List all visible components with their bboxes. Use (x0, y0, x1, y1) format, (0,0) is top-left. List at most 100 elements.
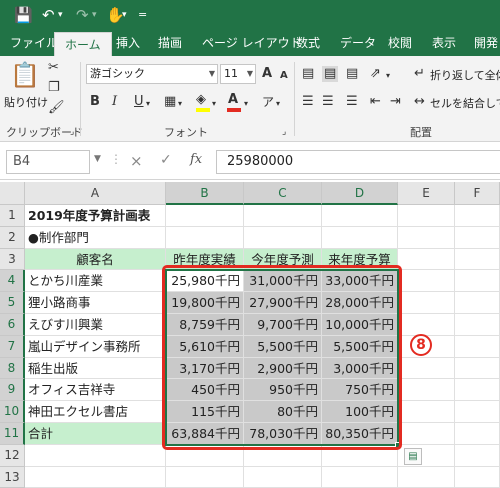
chevron-down-icon[interactable]: ▾ (276, 96, 280, 112)
customer-name-cell[interactable]: 神田エクセル書店 (25, 401, 166, 423)
fill-handle[interactable] (395, 441, 401, 448)
cell[interactable] (25, 466, 166, 488)
column-title-cell[interactable]: 顧客名 (25, 248, 166, 271)
cell[interactable] (322, 226, 398, 249)
cell[interactable] (398, 423, 455, 445)
fill-color-icon[interactable]: ◈ (196, 92, 206, 108)
amount-cell[interactable]: 3,170千円 (166, 357, 244, 380)
amount-cell[interactable]: 3,000千円 (322, 357, 398, 380)
undo-icon[interactable]: ↶ (42, 5, 55, 25)
row-header-12[interactable]: 12 (0, 444, 25, 467)
decrease-indent-icon[interactable]: ⇤ (370, 94, 381, 110)
total-amount-cell[interactable]: 78,030千円 (244, 423, 322, 445)
worksheet-grid[interactable]: A B C D E F 1 2 3 4 5 6 7 8 9 10 11 12 13 2019年度予算計画表 ●制作部門顧… (0, 182, 500, 488)
increase-indent-icon[interactable]: ⇥ (390, 94, 401, 110)
total-label-cell[interactable]: 合計 (25, 423, 166, 445)
tab-review[interactable]: 校閲 (388, 30, 412, 56)
amount-cell[interactable]: 100千円 (322, 401, 398, 423)
cell[interactable] (244, 444, 322, 467)
amount-cell[interactable]: 5,500千円 (322, 335, 398, 358)
align-right-icon[interactable]: ☰ (346, 94, 358, 110)
tab-file[interactable]: ファイル (10, 30, 58, 56)
cell[interactable] (455, 205, 500, 227)
column-title-cell[interactable]: 今年度予測 (244, 248, 322, 271)
cell[interactable] (398, 226, 455, 249)
insert-function-icon[interactable]: fx (190, 152, 202, 167)
chevron-down-icon[interactable]: ▼ (94, 154, 101, 164)
align-top-icon[interactable]: ▤ (302, 66, 314, 82)
amount-cell[interactable]: 5,610千円 (166, 335, 244, 358)
chevron-down-icon[interactable]: ▾ (178, 96, 182, 112)
amount-cell[interactable]: 2,900千円 (244, 357, 322, 380)
cell[interactable] (455, 226, 500, 249)
wrap-text-icon[interactable]: ↵ (414, 66, 425, 82)
chevron-down-icon[interactable]: ▾ (244, 96, 248, 112)
enter-icon[interactable]: ✓ (160, 152, 172, 168)
row-header-8[interactable]: 8 (0, 357, 25, 380)
customer-name-cell[interactable]: とかち川産業 (25, 270, 166, 293)
row-header-9[interactable]: 9 (0, 379, 25, 402)
amount-cell[interactable]: 25,980千円 (166, 270, 244, 293)
cell[interactable] (244, 205, 322, 227)
cell[interactable] (398, 379, 455, 402)
merge-center-button[interactable]: セルを結合して中 (430, 95, 500, 111)
amount-cell[interactable]: 19,800千円 (166, 292, 244, 314)
row-header-13[interactable]: 13 (0, 466, 25, 488)
cell[interactable] (455, 466, 500, 488)
cell[interactable] (455, 401, 500, 423)
cell[interactable] (455, 248, 500, 271)
tab-insert[interactable]: 挿入 (116, 30, 140, 56)
row-header-4[interactable]: 4 (0, 270, 25, 293)
cell[interactable] (166, 466, 244, 488)
redo-dropdown-icon[interactable]: ▾ (92, 5, 97, 25)
customer-name-cell[interactable]: 嵐山デザイン事務所 (25, 335, 166, 358)
cell[interactable] (244, 226, 322, 249)
column-header-D[interactable]: D (322, 182, 398, 205)
tab-home[interactable]: ホーム (54, 32, 112, 56)
cancel-icon[interactable]: × (130, 152, 143, 170)
sheet-title-cell[interactable]: 2019年度予算計画表 (25, 205, 166, 227)
row-header-6[interactable]: 6 (0, 314, 25, 336)
amount-cell[interactable]: 950千円 (244, 379, 322, 402)
cell[interactable] (322, 466, 398, 488)
align-bottom-icon[interactable]: ▤ (346, 66, 358, 82)
cell[interactable] (455, 335, 500, 358)
department-cell[interactable]: ●制作部門 (25, 226, 166, 249)
tab-page-layout[interactable]: ページ レイアウト (202, 30, 302, 56)
amount-cell[interactable]: 115千円 (166, 401, 244, 423)
merge-center-icon[interactable]: ↔ (414, 94, 425, 110)
cell[interactable] (398, 292, 455, 314)
chevron-down-icon[interactable]: ▾ (212, 96, 216, 112)
align-left-icon[interactable]: ☰ (302, 94, 314, 110)
cell[interactable] (244, 466, 322, 488)
cell[interactable] (398, 314, 455, 336)
column-header-C[interactable]: C (244, 182, 322, 205)
column-title-cell[interactable]: 来年度予算 (322, 248, 398, 271)
cut-icon[interactable]: ✂ (48, 60, 59, 76)
underline-button[interactable]: U (134, 94, 144, 110)
bold-button[interactable]: B (90, 94, 100, 110)
redo-icon[interactable]: ↷ (76, 5, 89, 25)
font-name-select[interactable]: 游ゴシック ▼ (86, 64, 218, 84)
row-header-2[interactable]: 2 (0, 226, 25, 249)
select-all-corner[interactable] (0, 182, 25, 205)
phonetic-icon[interactable]: ア (262, 94, 274, 110)
customer-name-cell[interactable]: オフィス吉祥寺 (25, 379, 166, 402)
wrap-text-button[interactable]: 折り返して全体を (430, 67, 500, 83)
amount-cell[interactable]: 750千円 (322, 379, 398, 402)
column-header-A[interactable]: A (25, 182, 166, 205)
row-header-3[interactable]: 3 (0, 248, 25, 271)
tab-view[interactable]: 表示 (432, 30, 456, 56)
customer-name-cell[interactable]: えびす川興業 (25, 314, 166, 336)
amount-cell[interactable]: 28,000千円 (322, 292, 398, 314)
align-center-icon[interactable]: ☰ (322, 94, 334, 110)
cell[interactable] (455, 270, 500, 293)
font-color-icon[interactable]: A (228, 92, 238, 108)
touch-dropdown-icon[interactable]: ▾ (122, 5, 127, 25)
shrink-font-icon[interactable]: A (280, 68, 288, 84)
copy-icon[interactable]: ❐ (48, 80, 60, 96)
column-title-cell[interactable]: 昨年度実績 (166, 248, 244, 271)
cell[interactable] (398, 466, 455, 488)
total-amount-cell[interactable]: 63,884千円 (166, 423, 244, 445)
total-amount-cell[interactable]: 80,350千円 (322, 423, 398, 445)
